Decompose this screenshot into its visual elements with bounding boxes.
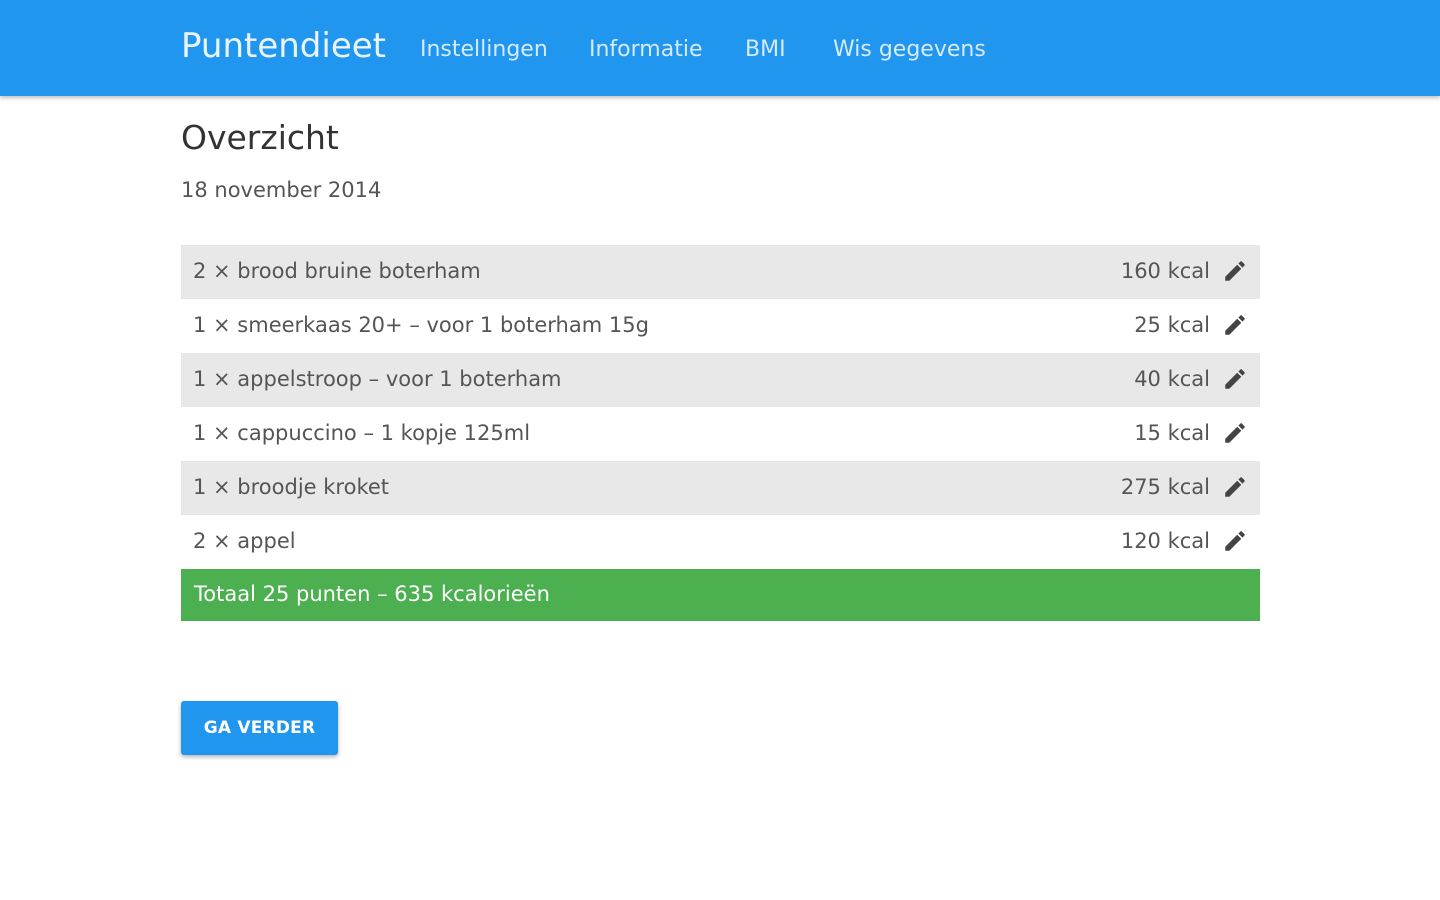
pencil-icon[interactable] <box>1222 420 1248 446</box>
food-item-label: 1 × cappuccino – 1 kopje 125ml <box>193 421 531 445</box>
list-item: 2 × brood bruine boterham 160 kcal <box>181 245 1260 299</box>
food-item-kcal: 25 kcal <box>1134 313 1210 337</box>
food-list: 2 × brood bruine boterham 160 kcal 1 × s… <box>181 245 1260 569</box>
page-title: Overzicht <box>181 118 339 157</box>
pencil-icon[interactable] <box>1222 258 1248 284</box>
pencil-icon[interactable] <box>1222 474 1248 500</box>
top-app-bar: Puntendieet Instellingen Informatie BMI … <box>0 0 1440 96</box>
food-item-label: 1 × broodje kroket <box>193 475 390 499</box>
list-item: 1 × smeerkaas 20+ – voor 1 boterham 15g … <box>181 299 1260 353</box>
app-brand[interactable]: Puntendieet <box>181 26 386 66</box>
food-item-label: 2 × brood bruine boterham <box>193 259 481 283</box>
nav-item-informatie[interactable]: Informatie <box>589 37 702 62</box>
list-item: 2 × appel 120 kcal <box>181 515 1260 569</box>
food-item-kcal: 15 kcal <box>1134 421 1210 445</box>
page-date: 18 november 2014 <box>181 178 382 202</box>
pencil-icon[interactable] <box>1222 312 1248 338</box>
continue-button[interactable]: GA VERDER <box>181 701 338 755</box>
nav-item-bmi[interactable]: BMI <box>745 37 786 62</box>
food-item-kcal: 120 kcal <box>1120 529 1210 553</box>
total-bar: Totaal 25 punten – 635 kcalorieën <box>181 569 1260 621</box>
list-item: 1 × broodje kroket 275 kcal <box>181 461 1260 515</box>
food-item-kcal: 40 kcal <box>1134 367 1210 391</box>
food-item-label: 2 × appel <box>193 529 296 553</box>
total-label: Totaal 25 punten – 635 kcalorieën <box>194 582 550 606</box>
list-item: 1 × cappuccino – 1 kopje 125ml 15 kcal <box>181 407 1260 461</box>
list-item: 1 × appelstroop – voor 1 boterham 40 kca… <box>181 353 1260 407</box>
pencil-icon[interactable] <box>1222 366 1248 392</box>
food-item-kcal: 160 kcal <box>1120 259 1210 283</box>
food-item-label: 1 × smeerkaas 20+ – voor 1 boterham 15g <box>193 313 649 337</box>
nav-item-instellingen[interactable]: Instellingen <box>420 37 548 62</box>
pencil-icon[interactable] <box>1222 528 1248 554</box>
food-item-kcal: 275 kcal <box>1120 475 1210 499</box>
food-item-label: 1 × appelstroop – voor 1 boterham <box>193 367 562 391</box>
nav-item-wis-gegevens[interactable]: Wis gegevens <box>833 37 986 62</box>
